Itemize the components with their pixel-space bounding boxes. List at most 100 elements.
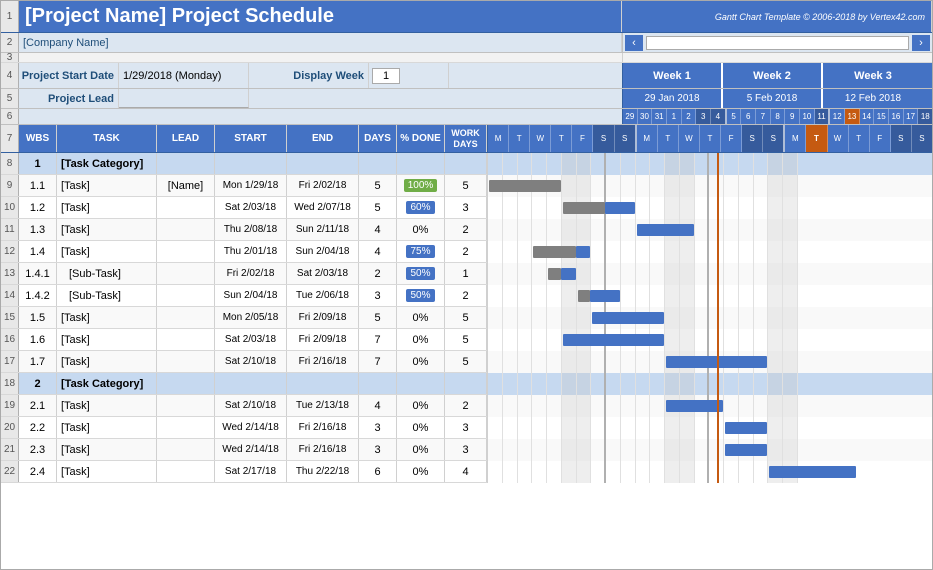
row-num-17: 17: [1, 351, 19, 372]
row-num-16: 16: [1, 329, 19, 350]
cell-end: Wed 2/07/18: [287, 197, 359, 218]
credit-text: Gantt Chart Template © 2006-2018 by Vert…: [715, 12, 925, 22]
gantt-bar-done: [563, 202, 605, 214]
cell-task: [Sub-Task]: [57, 263, 157, 284]
table-row: 182[Task Category]: [1, 373, 932, 395]
gantt-bar-area: [487, 439, 932, 461]
row-num-21: 21: [1, 439, 19, 460]
gantt-scroll-nav: ‹ ›: [622, 33, 932, 52]
gantt-bar-area: [487, 417, 932, 439]
day-num-11: 11: [815, 109, 831, 124]
day-num-17: 17: [904, 109, 919, 124]
cell-pctdone: 60%: [397, 197, 445, 218]
row-num-18: 18: [1, 373, 19, 394]
gantt-bar-area: [487, 241, 932, 263]
gantt-day-labels-row7: M T W T F S S M T W T F S S M T W T F S …: [487, 125, 932, 152]
header-lead: LEAD: [157, 125, 215, 152]
table-row: 141.4.2[Sub-Task]Sun 2/04/18Tue 2/06/183…: [1, 285, 932, 307]
cell-days: 5: [359, 197, 397, 218]
cell-lead: [157, 241, 215, 262]
cell-end: Fri 2/02/18: [287, 175, 359, 196]
cell-start: Thu 2/08/18: [215, 219, 287, 240]
day-lbl-S4: S: [763, 125, 785, 152]
cell-task: [Task]: [57, 395, 157, 416]
cell-end: Thu 2/22/18: [287, 461, 359, 482]
cell-pctdone: 0%: [397, 439, 445, 460]
project-start-label: Project Start Date: [22, 70, 114, 82]
gantt-bar-remaining: [769, 466, 856, 478]
gantt-bar-area: [487, 175, 932, 197]
gantt-bar-area: [487, 461, 932, 483]
gantt-week-dates-row5: 29 Jan 2018 5 Feb 2018 12 Feb 2018: [622, 89, 932, 108]
gantt-bar-area: [487, 263, 932, 285]
row-num-8: 8: [1, 153, 19, 174]
cell-lead: [157, 197, 215, 218]
cell-wbs: 1.4: [19, 241, 57, 262]
row-num-13: 13: [1, 263, 19, 284]
day-lbl-F2: F: [721, 125, 742, 152]
gantt-bar-area: [487, 153, 932, 175]
day-lbl-S1: S: [593, 125, 614, 152]
row-num-5: 5: [1, 89, 19, 108]
row-num-11: 11: [1, 219, 19, 240]
cell-start: Sat 2/03/18: [215, 329, 287, 350]
display-week-input[interactable]: [372, 68, 400, 84]
cell-pctdone: [397, 153, 445, 174]
today-line: [717, 197, 719, 219]
day-lbl-S3: S: [742, 125, 763, 152]
table-row: 212.3[Task]Wed 2/14/18Fri 2/16/1830%3: [1, 439, 932, 461]
cell-days: 4: [359, 219, 397, 240]
gantt-bar-remaining: [576, 246, 591, 258]
cell-wbs: 1.4.2: [19, 285, 57, 306]
gantt-bar-done: [548, 268, 561, 280]
today-line: [717, 351, 719, 373]
cell-pctdone: 0%: [397, 219, 445, 240]
cell-task: [Task]: [57, 175, 157, 196]
gantt-bar-remaining: [637, 224, 694, 236]
today-line: [717, 329, 719, 351]
project-lead-label: Project Lead: [48, 93, 114, 105]
cell-pctdone: 0%: [397, 329, 445, 350]
cell-workdays: [445, 373, 487, 394]
gantt-bar-done: [489, 180, 561, 192]
cell-wbs: 2: [19, 373, 57, 394]
cell-workdays: 3: [445, 197, 487, 218]
cell-wbs: 1.3: [19, 219, 57, 240]
gantt-bar-done: [533, 246, 575, 258]
day-num-3: 3: [696, 109, 711, 124]
scroll-left-button[interactable]: ‹: [625, 35, 643, 51]
cell-lead: [157, 461, 215, 482]
cell-end: Sat 2/03/18: [287, 263, 359, 284]
cell-lead: [157, 285, 215, 306]
cell-lead: [157, 395, 215, 416]
display-week-value-cell[interactable]: [369, 63, 449, 88]
cell-end: Fri 2/16/18: [287, 351, 359, 372]
day-num-14: 14: [860, 109, 875, 124]
gantt-bar-remaining: [725, 444, 767, 456]
gantt-bar-remaining: [666, 400, 723, 412]
week3-date: 12 Feb 2018: [823, 89, 923, 108]
project-start-value: 1/29/2018 (Monday): [123, 70, 221, 82]
cell-lead: [157, 219, 215, 240]
today-line: [717, 307, 719, 329]
row-num-3: 3: [1, 53, 19, 62]
cell-days: 5: [359, 307, 397, 328]
table-row: 121.4[Task]Thu 2/01/18Sun 2/04/18475%2: [1, 241, 932, 263]
scroll-right-button[interactable]: ›: [912, 35, 930, 51]
credit-cell: Gantt Chart Template © 2006-2018 by Vert…: [622, 1, 932, 32]
day-lbl-M1: M: [488, 125, 509, 152]
day-lbl-T2: T: [551, 125, 572, 152]
cell-days: [359, 373, 397, 394]
today-line: [717, 263, 719, 285]
cell-wbs: 2.2: [19, 417, 57, 438]
header-end: END: [287, 125, 359, 152]
week2-label: Week 2: [723, 63, 823, 88]
row-num-9: 9: [1, 175, 19, 196]
cell-task: [Task]: [57, 461, 157, 482]
row-num-20: 20: [1, 417, 19, 438]
cell-task: [Task]: [57, 439, 157, 460]
cell-task: [Task]: [57, 351, 157, 372]
today-line: [717, 285, 719, 307]
project-start-value-cell: 1/29/2018 (Monday): [119, 63, 249, 88]
day-num-16: 16: [889, 109, 904, 124]
